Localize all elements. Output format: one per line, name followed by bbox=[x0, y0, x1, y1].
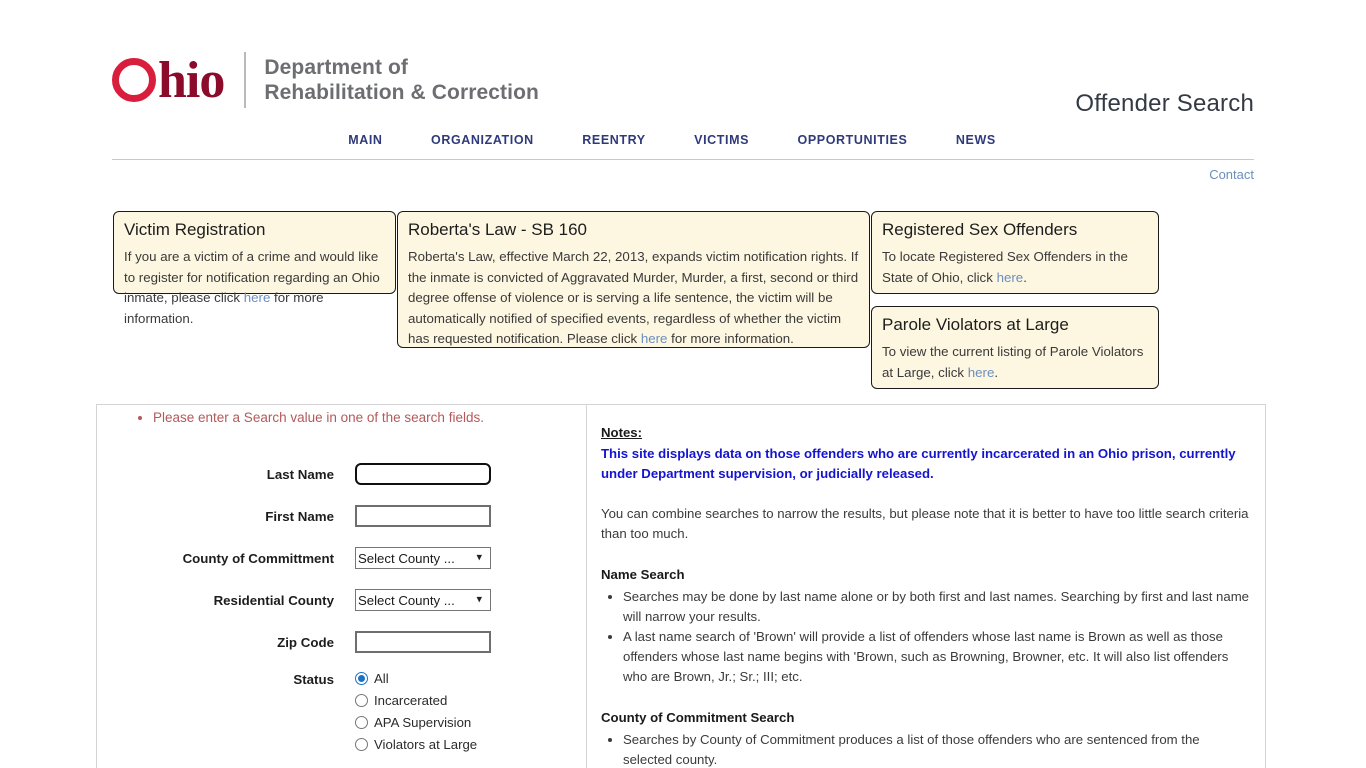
info-box-title: Registered Sex Offenders bbox=[882, 220, 1078, 239]
search-content-panel: Please enter a Search value in one of th… bbox=[96, 404, 1266, 768]
main-navigation: MAIN ORGANIZATION REENTRY VICTIMS OPPORT… bbox=[112, 131, 1254, 149]
status-radio-violators-at-large[interactable]: Violators at Large bbox=[355, 733, 491, 755]
notes-section-title-name-search: Name Search bbox=[601, 567, 685, 582]
list-item: Searches by County of Commitment produce… bbox=[623, 730, 1251, 768]
nav-item-main[interactable]: MAIN bbox=[348, 133, 382, 147]
notes-bullets-name-search: Searches may be done by last name alone … bbox=[601, 587, 1251, 687]
info-box-body: If you are a victim of a crime and would… bbox=[124, 247, 385, 329]
department-line-2: Rehabilitation & Correction bbox=[264, 81, 539, 104]
status-radio-apa-supervision[interactable]: APA Supervision bbox=[355, 711, 491, 733]
notes-bullets-county-search: Searches by County of Commitment produce… bbox=[601, 730, 1251, 768]
residential-county-label: Residential County bbox=[213, 592, 334, 608]
last-name-input[interactable] bbox=[354, 462, 492, 486]
radio-unselected-icon bbox=[355, 737, 368, 751]
county-of-committment-label: County of Committment bbox=[182, 550, 334, 566]
residential-county-wrap: Select County ... ▾ bbox=[355, 589, 491, 611]
info-box-title: Victim Registration bbox=[124, 220, 266, 239]
validation-message: Please enter a Search value in one of th… bbox=[153, 410, 484, 425]
radio-unselected-icon bbox=[355, 715, 368, 729]
notes-panel: Notes: This site displays data on those … bbox=[601, 423, 1251, 768]
victim-registration-here-link[interactable]: here bbox=[244, 290, 271, 305]
department-line-1: Department of bbox=[264, 56, 409, 79]
county-of-committment-wrap: Select County ... ▾ bbox=[355, 547, 491, 569]
header-divider bbox=[112, 159, 1254, 160]
info-box-registered-sex-offenders: Registered Sex Offenders To locate Regis… bbox=[871, 211, 1159, 294]
status-option-label: APA Supervision bbox=[374, 714, 472, 730]
first-name-label: First Name bbox=[265, 508, 334, 524]
form-row-status: Status All Incarcerated APA Supervision … bbox=[97, 663, 491, 755]
logo-divider bbox=[244, 52, 247, 108]
residential-county-select[interactable]: Select County ... bbox=[355, 589, 491, 611]
contact-link[interactable]: Contact bbox=[1209, 167, 1254, 182]
notes-section-title-county-search: County of Commitment Search bbox=[601, 710, 795, 725]
page-title: Offender Search bbox=[1075, 90, 1254, 117]
robertas-law-here-link[interactable]: here bbox=[641, 331, 668, 346]
info-box-text-after: . bbox=[1023, 269, 1027, 285]
notes-heading: Notes: bbox=[601, 425, 643, 440]
form-row-county-of-committment: County of Committment Select County ... … bbox=[97, 537, 491, 579]
info-box-body: To view the current listing of Parole Vi… bbox=[882, 342, 1148, 383]
ohio-wordmark: hio bbox=[112, 52, 225, 109]
first-name-input[interactable] bbox=[355, 505, 491, 527]
last-name-label: Last Name bbox=[266, 466, 334, 482]
notes-highlight: This site displays data on those offende… bbox=[601, 446, 1236, 481]
ohio-o-ring-icon bbox=[112, 58, 156, 102]
offender-search-form: Last Name First Name County of Committme… bbox=[97, 453, 492, 755]
info-box-text-after: for more information. bbox=[667, 331, 794, 346]
status-option-label: Violators at Large bbox=[374, 736, 478, 752]
ohio-wordmark-text: hio bbox=[158, 52, 225, 109]
registered-sex-offenders-here-link[interactable]: here bbox=[997, 270, 1024, 285]
radio-selected-icon bbox=[355, 671, 368, 685]
zip-code-input[interactable] bbox=[355, 631, 491, 653]
offender-search-page: hio Department of Rehabilitation & Corre… bbox=[0, 0, 1366, 768]
info-box-body: Roberta's Law, effective March 22, 2013,… bbox=[408, 247, 859, 350]
status-label: Status bbox=[293, 672, 334, 687]
list-item: Searches may be done by last name alone … bbox=[623, 587, 1251, 627]
column-divider bbox=[586, 405, 587, 768]
form-row-first-name: First Name bbox=[97, 495, 491, 537]
notes-paragraph: You can combine searches to narrow the r… bbox=[601, 506, 1249, 541]
nav-item-organization[interactable]: ORGANIZATION bbox=[431, 133, 534, 147]
parole-violators-here-link[interactable]: here bbox=[968, 365, 995, 380]
info-box-text-after: . bbox=[994, 364, 999, 380]
info-box-body: To locate Registered Sex Offenders in th… bbox=[882, 247, 1148, 288]
status-option-label: All bbox=[374, 670, 389, 686]
department-name: Department of Rehabilitation & Correctio… bbox=[264, 55, 539, 105]
status-option-label: Incarcerated bbox=[374, 692, 448, 708]
info-box-victim-registration: Victim Registration If you are a victim … bbox=[113, 211, 396, 326]
form-row-last-name: Last Name bbox=[97, 453, 492, 495]
info-box-title: Roberta's Law - SB 160 bbox=[408, 220, 588, 239]
county-of-committment-select[interactable]: Select County ... bbox=[355, 547, 491, 569]
info-box-text-before: To view the current listing of Parole Vi… bbox=[882, 344, 1144, 380]
nav-item-reentry[interactable]: REENTRY bbox=[582, 133, 645, 147]
nav-item-news[interactable]: NEWS bbox=[956, 133, 996, 147]
info-box-parole-violators-at-large: Parole Violators at Large To view the cu… bbox=[871, 306, 1159, 389]
zip-code-label: Zip Code bbox=[277, 634, 334, 650]
radio-unselected-icon bbox=[355, 693, 368, 707]
nav-item-opportunities[interactable]: OPPORTUNITIES bbox=[798, 133, 908, 147]
form-row-zip-code: Zip Code bbox=[97, 621, 491, 663]
validation-message-list: Please enter a Search value in one of th… bbox=[135, 409, 484, 427]
info-box-robertas-law: Roberta's Law - SB 160 Roberta's Law, ef… bbox=[397, 211, 870, 348]
info-box-title: Parole Violators at Large bbox=[882, 315, 1069, 334]
status-radio-all[interactable]: All bbox=[355, 667, 491, 689]
status-radio-group: All Incarcerated APA Supervision Violato… bbox=[355, 663, 491, 755]
list-item: A last name search of 'Brown' will provi… bbox=[623, 627, 1251, 687]
nav-item-victims[interactable]: VICTIMS bbox=[694, 133, 749, 147]
status-radio-incarcerated[interactable]: Incarcerated bbox=[355, 689, 491, 711]
form-row-residential-county: Residential County Select County ... ▾ bbox=[97, 579, 491, 621]
list-item: Please enter a Search value in one of th… bbox=[153, 409, 484, 427]
